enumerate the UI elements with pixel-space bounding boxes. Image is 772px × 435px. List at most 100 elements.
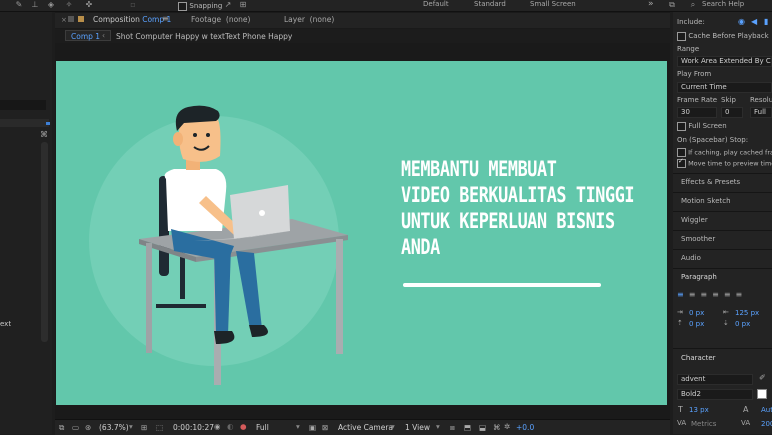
monitor-icon[interactable]: ▭ (72, 423, 79, 432)
cache-before-playback-checkbox[interactable] (677, 31, 686, 41)
justify-all-icon[interactable]: ≡ (736, 290, 748, 299)
eraser-tool-icon[interactable]: ◈ (46, 0, 56, 10)
breadcrumb-comp1[interactable]: Comp 1 (71, 32, 100, 41)
grid-icon[interactable]: ⊞ (141, 423, 147, 432)
tab-layer[interactable]: Layer (none) (284, 15, 334, 24)
toggle-pixel-aspect-icon[interactable]: ⧈ (450, 423, 455, 433)
project-panel: ⌘ ext (0, 12, 52, 434)
transparency-grid-icon[interactable]: ⊠ (322, 423, 328, 432)
motion-sketch-panel-header[interactable]: Motion Sketch (681, 197, 731, 205)
frame-rate-dropdown[interactable]: 30 (677, 107, 717, 118)
range-dropdown[interactable]: Work Area Extended By Current (677, 56, 772, 67)
resolution-dropdown[interactable]: Full (256, 423, 269, 432)
move-time-checkbox[interactable] (677, 157, 686, 168)
search-help-input[interactable]: Search Help (702, 0, 744, 9)
tracking-value[interactable]: 200 (761, 420, 772, 428)
leading-value[interactable]: Aut (761, 406, 772, 414)
zoom-chevron-down-icon[interactable]: ▾ (129, 422, 133, 431)
leading-icon: A (743, 405, 749, 414)
tab-footage[interactable]: Footage (none) (191, 15, 250, 24)
region-of-interest-icon[interactable]: ⬚ (156, 423, 163, 432)
workspace-standard[interactable]: Standard (474, 0, 506, 9)
audio-panel-header[interactable]: Audio (681, 254, 701, 262)
always-preview-icon[interactable]: ⧉ (59, 423, 64, 433)
workspace-small-screen[interactable]: Small Screen (530, 0, 576, 9)
snapshot-camera-icon[interactable]: ◉ (214, 422, 221, 431)
effects-presets-panel-header[interactable]: Effects & Presets (681, 178, 740, 186)
reset-exposure-icon[interactable]: ✲ (504, 422, 510, 431)
project-scrollbar[interactable] (41, 142, 48, 342)
snap-grid-icon[interactable]: ⊞ (238, 0, 248, 10)
3d-renderer-icon[interactable]: ⬒ (464, 423, 471, 432)
close-tab-icon[interactable]: × (61, 16, 67, 24)
tab-menu-icon[interactable]: ≡ (162, 14, 169, 23)
breadcrumb-shot-computer[interactable]: Shot Computer Happy w text (116, 32, 225, 41)
wiggler-panel-header[interactable]: Wiggler (681, 216, 708, 224)
align-center-icon[interactable]: ≡ (689, 290, 701, 299)
flowchart-icon[interactable]: ⌘ (40, 130, 48, 139)
lock-icon[interactable] (68, 16, 74, 22)
fill-color-swatch[interactable] (757, 389, 767, 399)
font-family-dropdown[interactable]: advent (677, 374, 753, 385)
workspace-default[interactable]: Default (423, 0, 449, 9)
project-search-field[interactable] (0, 100, 46, 110)
skip-dropdown[interactable]: 0 (721, 107, 743, 118)
space-before-value[interactable]: 0 px (689, 320, 704, 328)
overlay-icon[interactable]: ▮ (764, 17, 768, 26)
resolution-select[interactable]: Full (750, 107, 772, 118)
views-chevron-down-icon[interactable]: ▾ (436, 422, 440, 431)
show-snapshot-icon[interactable]: ◐ (227, 422, 234, 431)
move-time-option[interactable]: Move time to preview time (677, 157, 772, 168)
puppet-tool-icon[interactable]: ✜ (84, 0, 94, 10)
font-size-value[interactable]: 13 px (689, 406, 709, 414)
timeline-icon[interactable]: ⬓ (479, 423, 486, 432)
project-item-label[interactable]: ext (0, 320, 11, 328)
indent-right-value[interactable]: 125 px (735, 309, 759, 317)
breadcrumb: Comp 1 ‹ Shot Computer Happy w text ‹ Te… (55, 29, 670, 43)
composition-canvas[interactable]: MEMBANTU MEMBUAT VIDEO BERKUALITAS TINGG… (56, 61, 667, 405)
exposure-value[interactable]: +0.0 (516, 423, 534, 432)
justify-last-center-icon[interactable]: ≡ (724, 290, 736, 299)
full-screen-checkbox[interactable] (677, 121, 686, 131)
if-caching-option[interactable]: If caching, play cached frames (677, 148, 772, 157)
snapping-label: Snapping (189, 2, 223, 10)
indent-left-value[interactable]: 0 px (689, 309, 704, 317)
current-time[interactable]: 0:00:10:27 (173, 423, 214, 432)
snapping-checkbox[interactable] (178, 1, 187, 11)
clone-stamp-tool-icon[interactable]: ⊥ (30, 0, 40, 10)
camera-chevron-down-icon[interactable]: ▾ (391, 422, 395, 431)
snapping-toggle[interactable]: Snapping (178, 1, 222, 11)
breadcrumb-text-phone[interactable]: Text Phone Happy (225, 32, 292, 41)
sync-settings-icon[interactable]: ⧉ (667, 0, 677, 10)
space-after-value[interactable]: 0 px (735, 320, 750, 328)
panel-divider (673, 348, 772, 349)
cache-before-playback-option[interactable]: Cache Before Playback (677, 31, 769, 41)
align-left-icon[interactable]: ≡ (677, 290, 689, 299)
fast-previews-icon[interactable]: ▣ (309, 423, 316, 432)
skip-label: Skip (721, 96, 736, 104)
color-channel-icon[interactable]: ● (240, 422, 247, 431)
kerning-value[interactable]: Metrics (691, 420, 716, 428)
play-from-dropdown[interactable]: Current Time (677, 82, 772, 93)
video-eye-icon[interactable]: ◉ (738, 17, 745, 26)
roto-brush-tool-icon[interactable]: ✧ (64, 0, 74, 10)
zoom-dropdown[interactable]: (63.7%) (99, 423, 129, 432)
eyedropper-icon[interactable]: ✐ (759, 373, 766, 382)
brush-tool-icon[interactable]: ✎ (14, 0, 24, 10)
smoother-panel-header[interactable]: Smoother (681, 235, 715, 243)
if-caching-checkbox[interactable] (677, 148, 686, 157)
view-layout-dropdown[interactable]: 1 View (405, 423, 430, 432)
resolution-chevron-down-icon[interactable]: ▾ (296, 422, 300, 431)
align-right-icon[interactable]: ≡ (700, 290, 712, 299)
camera-dropdown[interactable]: Active Camera (338, 423, 393, 432)
tab-composition[interactable]: Composition Comp 1 (93, 15, 171, 24)
workspace-overflow-button[interactable]: » (648, 0, 654, 9)
full-screen-option[interactable]: Full Screen (677, 121, 727, 131)
justify-last-left-icon[interactable]: ≡ (712, 290, 724, 299)
snap-edges-icon[interactable]: ↗ (223, 0, 233, 10)
flowchart-icon[interactable]: ⌘ (493, 423, 501, 432)
audio-speaker-icon[interactable]: ◀ (751, 17, 757, 26)
font-style-dropdown[interactable]: Bold2 (677, 389, 753, 400)
mask-visibility-icon[interactable]: ⊛ (85, 423, 91, 432)
search-icon[interactable]: ⌕ (688, 0, 698, 10)
